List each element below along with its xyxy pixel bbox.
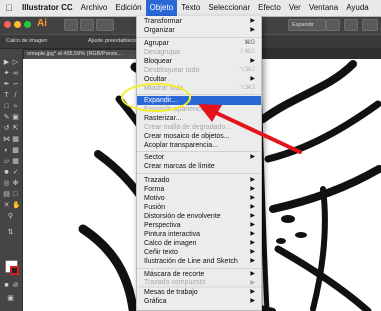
red-arrow-annotation bbox=[198, 104, 302, 154]
illustrator-window:  Illustrator CC Archivo Edición Objeto … bbox=[0, 0, 381, 311]
